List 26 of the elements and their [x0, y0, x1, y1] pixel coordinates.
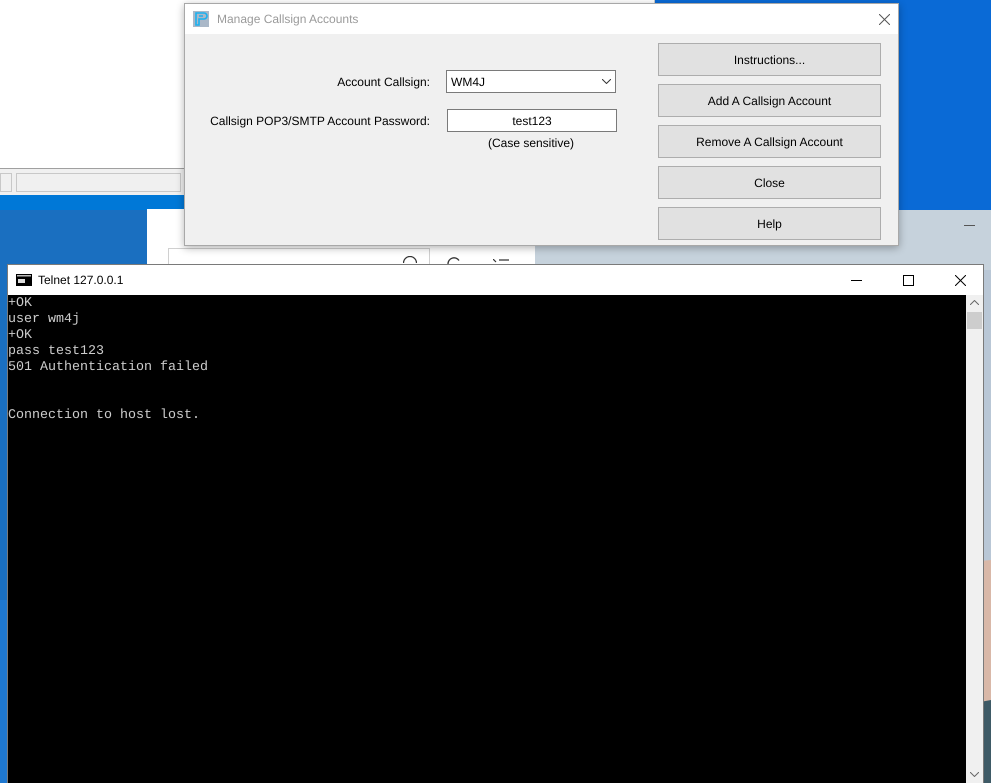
dialog-button[interactable]: Add A Callsign Account	[658, 84, 881, 117]
console-icon	[16, 274, 32, 286]
console-line: Connection to host lost.	[8, 408, 201, 424]
dialog-button[interactable]: Close	[658, 166, 881, 199]
dialog-button[interactable]: Help	[658, 207, 881, 240]
dialog-button[interactable]: Remove A Callsign Account	[658, 125, 881, 158]
chevron-icon	[602, 79, 611, 84]
window-title: Telnet 127.0.0.1	[38, 273, 124, 287]
console-line: user wm4j	[8, 312, 81, 328]
dialog-button[interactable]: Instructions...	[658, 43, 881, 76]
console-line: 501 Authentication failed	[8, 360, 209, 376]
field-label: Account Callsign:	[336, 74, 431, 88]
password-field[interactable]: test123	[447, 109, 617, 132]
console-line: +OK	[8, 296, 33, 312]
app-icon	[193, 11, 209, 27]
maximize-icon[interactable]	[902, 274, 914, 286]
close-icon[interactable]	[954, 274, 966, 286]
window-title: Manage Callsign Accounts	[217, 12, 358, 26]
hint-text: (Case sensitive)	[486, 136, 576, 150]
field-label: Callsign POP3/SMTP Account Password:	[209, 114, 431, 128]
console-line: pass test123	[8, 344, 105, 360]
console-line: +OK	[8, 328, 33, 344]
scrollbar-thumb[interactable]	[967, 312, 982, 329]
scrollbar[interactable]	[966, 295, 983, 783]
callsign-dropdown[interactable]: WM4J	[446, 70, 616, 93]
close-icon[interactable]	[879, 14, 890, 24]
